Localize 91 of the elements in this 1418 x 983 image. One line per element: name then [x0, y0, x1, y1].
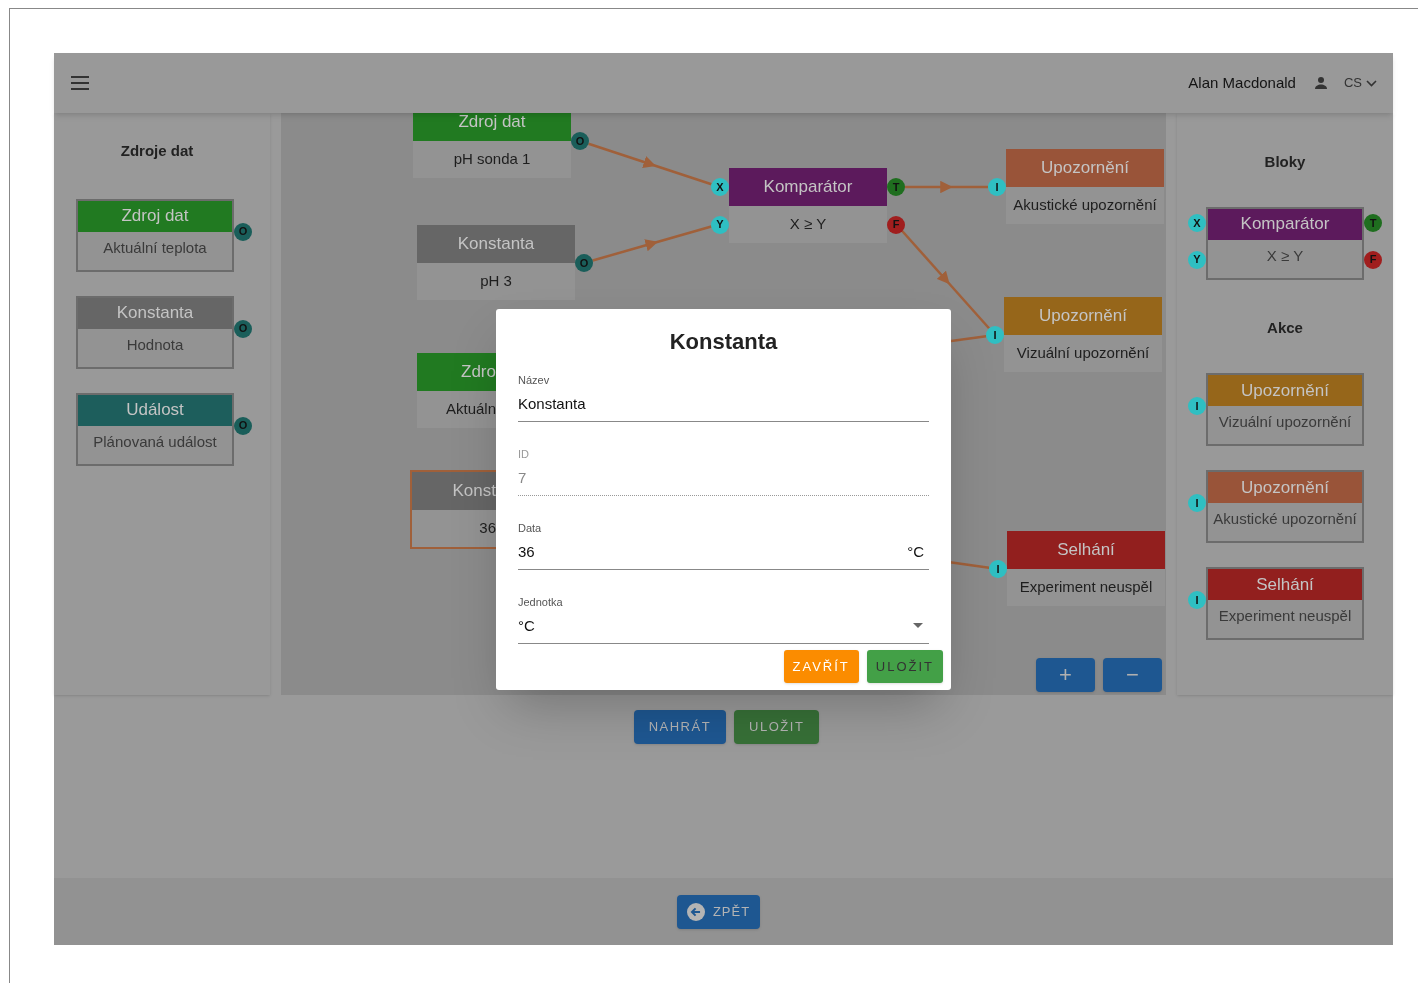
menu-icon[interactable] — [70, 76, 90, 90]
palette-block[interactable]: Upozornění Akustické upozornění — [1206, 470, 1364, 543]
block-description: Vizuální upozornění — [1015, 343, 1151, 364]
field-label: Jednotka — [518, 595, 564, 610]
block-description: Akustické upozornění — [1012, 195, 1158, 216]
canvas-block[interactable]: Zdro Aktuáln — [417, 353, 496, 428]
block-description: pH 3 — [479, 271, 513, 292]
block-header: Konst — [412, 472, 496, 510]
save-button[interactable]: ULOŽIT — [866, 650, 943, 683]
language-selector[interactable]: CS — [1343, 73, 1377, 93]
block-header: Upozornění — [1004, 297, 1162, 335]
zoom-button[interactable]: + — [1036, 658, 1095, 692]
port-connector[interactable]: O — [571, 132, 589, 150]
port-connector[interactable]: O — [234, 222, 252, 241]
canvas-block[interactable]: Upozornění Akustické upozornění — [1006, 149, 1164, 224]
block-header: Upozornění — [1208, 375, 1362, 406]
block-header: Selhání — [1007, 531, 1165, 569]
port-connector[interactable]: I — [1188, 591, 1206, 609]
port-connector[interactable]: X — [1188, 214, 1206, 232]
block-description: Akustické upozornění — [1212, 509, 1358, 529]
port-connector[interactable]: O — [234, 319, 252, 338]
block-header: Upozornění — [1208, 472, 1362, 503]
field-label: ID — [518, 447, 530, 462]
field-value: 7 — [518, 467, 528, 488]
block-description: Hodnota — [125, 334, 185, 355]
port-connector[interactable]: Y — [711, 215, 729, 234]
palette-block[interactable]: Konstanta Hodnota — [76, 295, 234, 369]
block-description: X ≥ Y — [788, 214, 828, 235]
port-connector[interactable]: T — [1364, 214, 1382, 232]
field-label: Data — [518, 521, 543, 536]
field-value: 36 — [518, 541, 536, 562]
unit-suffix: °C — [907, 541, 924, 562]
port-connector[interactable]: I — [1188, 494, 1206, 512]
palette-block[interactable]: Selhání Experiment neuspěl — [1206, 567, 1364, 640]
user-name: Alan Macdonald — [1188, 72, 1296, 93]
port-connector[interactable]: O — [234, 416, 252, 435]
form-field[interactable]: Název Konstanta — [518, 372, 929, 422]
palette-block[interactable]: Zdroj dat Aktuální teplota — [76, 198, 234, 272]
canvas-block[interactable]: Konst 36 — [412, 472, 496, 547]
field-label: Název — [518, 373, 551, 388]
block-header: Komparátor — [1208, 208, 1362, 240]
port-connector[interactable]: I — [986, 326, 1004, 344]
palette-block[interactable]: Komparátor X ≥ Y — [1206, 206, 1364, 280]
arrow-left-circle-icon — [686, 902, 705, 921]
field-value: °C — [518, 615, 536, 636]
block-header: Selhání — [1208, 569, 1362, 600]
back-button[interactable]: ZPĚT — [676, 894, 761, 929]
canvas-block[interactable]: Selhání Experiment neuspěl — [1007, 531, 1165, 606]
port-connector[interactable]: I — [988, 178, 1006, 196]
field-value: Konstanta — [518, 393, 587, 414]
block-header: Konstanta — [417, 225, 575, 263]
block-description: Aktuáln — [444, 399, 496, 420]
form-field[interactable]: Data 36 °C — [518, 520, 929, 570]
port-connector[interactable]: I — [989, 560, 1007, 578]
palette-block[interactable]: Upozornění Vizuální upozornění — [1206, 373, 1364, 446]
block-description: Aktuální teplota — [102, 237, 208, 258]
block-header: Komparátor — [729, 168, 887, 206]
block-description: Experiment neuspěl — [1018, 577, 1154, 598]
block-header: Zdro — [417, 353, 496, 391]
load-button[interactable]: NAHRÁT — [633, 710, 727, 744]
block-header: Událost — [78, 394, 232, 426]
form-field[interactable]: Jednotka °C — [518, 594, 929, 644]
save-button[interactable]: ULOŽIT — [734, 710, 820, 744]
block-header: Konstanta — [78, 297, 232, 329]
dropdown-caret-icon — [913, 623, 923, 629]
canvas-block[interactable]: Upozornění Vizuální upozornění — [1004, 297, 1162, 372]
chevron-down-icon — [1366, 79, 1377, 87]
panel-title: Akce — [1267, 317, 1303, 338]
block-header: Zdroj dat — [78, 200, 232, 232]
palette-block[interactable]: Událost Plánovaná událost — [76, 392, 234, 466]
block-description: pH sonda 1 — [452, 149, 532, 170]
block-description: Plánovaná událost — [92, 431, 218, 452]
block-header: Upozornění — [1006, 149, 1164, 187]
port-connector[interactable]: I — [1188, 397, 1206, 415]
zoom-button[interactable]: − — [1103, 658, 1162, 692]
panel-title: Bloky — [1264, 152, 1306, 172]
canvas-block[interactable]: Zdroj dat pH sonda 1 — [413, 113, 571, 178]
block-description: 36 — [478, 518, 496, 539]
block-description: X ≥ Y — [1265, 245, 1305, 266]
canvas-block[interactable]: Komparátor X ≥ Y — [729, 168, 887, 243]
port-connector[interactable]: X — [711, 178, 729, 196]
block-description: Experiment neuspěl — [1217, 606, 1353, 626]
port-connector[interactable]: Y — [1188, 250, 1206, 269]
dialog-title: Konstanta — [668, 328, 779, 356]
canvas-block[interactable]: Konstanta pH 3 — [417, 225, 575, 300]
port-connector[interactable]: O — [575, 254, 593, 272]
port-connector[interactable]: T — [887, 178, 905, 196]
block-description: Vizuální upozornění — [1217, 412, 1353, 432]
block-header: Zdroj dat — [413, 113, 571, 141]
panel-title: Zdroje dat — [120, 141, 194, 161]
form-field[interactable]: ID 7 — [518, 446, 929, 496]
